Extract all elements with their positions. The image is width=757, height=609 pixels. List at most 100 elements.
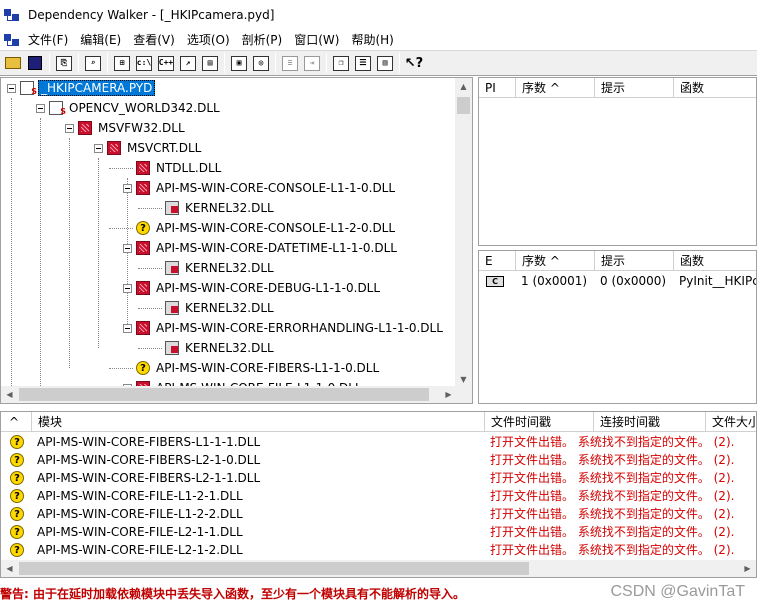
table-row[interactable]: ? API-MS-WIN-CORE-FILE-L1-2-1.DLL 打开文件出错。 … (1, 487, 756, 505)
column-header-hint[interactable]: 提示 (595, 251, 674, 271)
scroll-right-icon[interactable]: ▶ (739, 560, 756, 577)
tree-node[interactable]: MSVCRT.DLL (94, 138, 203, 158)
table-row[interactable]: ? API-MS-WIN-CORE-FILE-L2-1-1.DLL 打开文件出错。 … (1, 523, 756, 541)
menu-bar: 文件(F) 编辑(E) 查看(V) 选项(O) 剖析(P) 窗口(W) 帮助(H… (0, 30, 757, 50)
module-dependency-tree[interactable]: _HKIPCAMERA.PYD OPENCV_WORLD342.DLL MSVFW3… (0, 77, 473, 404)
expand-chart-icon: ↗ (180, 55, 196, 71)
tree-node[interactable]: _HKIPCAMERA.PYD (7, 78, 156, 98)
toolbar-separator (49, 53, 50, 73)
tree-node[interactable]: KERNEL32.DLL (152, 298, 276, 318)
table-row[interactable]: ? API-MS-WIN-CORE-FILE-L2-1-2.DLL 打开文件出错。 … (1, 541, 756, 559)
tile-horizontal-button[interactable]: ☰ (352, 52, 374, 74)
menu-window[interactable]: 窗口(W) (288, 30, 345, 50)
tree-node[interactable]: KERNEL32.DLL (152, 198, 276, 218)
menu-edit[interactable]: 编辑(E) (74, 30, 127, 50)
tree-vertical-scrollbar[interactable]: ▲ ▼ (455, 78, 472, 388)
scroll-thumb[interactable] (19, 562, 529, 575)
menu-help[interactable]: 帮助(H) (345, 30, 399, 50)
module-list-horizontal-scrollbar[interactable]: ◀ ▶ (1, 560, 756, 577)
menu-options[interactable]: 选项(O) (181, 30, 236, 50)
menu-file[interactable]: 文件(F) (22, 30, 74, 50)
module-list[interactable]: ^ 模块 文件时间戳 连接时间戳 文件大小 ? API-MS-WIN-CORE-F… (0, 411, 757, 578)
collapse-icon[interactable] (94, 143, 103, 153)
collapse-icon[interactable] (123, 243, 132, 253)
collapse-icon[interactable] (7, 83, 16, 93)
column-header-pi[interactable]: PI (479, 78, 516, 98)
module-icon (136, 281, 150, 295)
menu-view[interactable]: 查看(V) (127, 30, 181, 50)
properties-button[interactable]: ▤ (199, 52, 221, 74)
copy-button[interactable]: ⎘ (53, 52, 75, 74)
find-icon: ⌕ (85, 55, 101, 71)
column-header-ordinal[interactable]: 序数 ^ (516, 78, 595, 98)
open-folder-icon (5, 57, 21, 69)
tree-horizontal-scrollbar[interactable]: ◀ ▶ (1, 386, 472, 403)
table-row[interactable]: ? API-MS-WIN-CORE-FILE-L1-2-2.DLL 打开文件出错。 … (1, 505, 756, 523)
menu-profile[interactable]: 剖析(P) (236, 30, 289, 50)
column-header-hint[interactable]: 提示 (595, 78, 674, 98)
collapse-icon[interactable] (65, 123, 74, 133)
export-function: PyInit__HKIPcamera (679, 274, 757, 288)
scroll-up-icon[interactable]: ▲ (455, 78, 472, 95)
system-info-button[interactable]: ▣ (228, 52, 250, 74)
tree-node[interactable]: MSVFW32.DLL (65, 118, 187, 138)
scroll-left-icon[interactable]: ◀ (1, 386, 18, 403)
module-name: API-MS-WIN-CORE-FILE-L2-1-1.DLL (37, 525, 243, 539)
scroll-left-icon[interactable]: ◀ (1, 560, 18, 577)
tile-vertical-button[interactable]: ▥ (374, 52, 396, 74)
column-header-file-size[interactable]: 文件大小 (706, 412, 756, 432)
tree-node-label: API-MS-WIN-CORE-CONSOLE-L1-1-0.DLL (156, 181, 396, 195)
dependency-walker-app-icon (4, 7, 20, 23)
scroll-thumb[interactable] (19, 388, 429, 401)
column-header-function[interactable]: 函数 (674, 78, 756, 98)
tree-node[interactable]: API-MS-WIN-CORE-ERRORHANDLING-L1-1-0.DLL (123, 318, 445, 338)
column-header-function[interactable]: 函数 (674, 251, 756, 271)
open-button[interactable] (2, 52, 24, 74)
table-row[interactable]: ? API-MS-WIN-CORE-FIBERS-L2-1-0.DLL 打开文件出错… (1, 451, 756, 469)
tree-node-label: OPENCV_WORLD342.DLL (69, 101, 220, 115)
document-system-menu-icon[interactable] (4, 32, 20, 48)
tree-node-label: API-MS-WIN-CORE-DEBUG-L1-1-0.DLL (156, 281, 381, 295)
collapse-icon[interactable] (123, 183, 132, 193)
tree-node[interactable]: ? API-MS-WIN-CORE-FIBERS-L1-1-0.DLL (123, 358, 381, 378)
column-header-module[interactable]: 模块 (32, 412, 485, 432)
column-header-sort[interactable]: ^ (1, 412, 32, 432)
full-paths-button[interactable]: c:\ (133, 52, 155, 74)
table-row[interactable]: ? API-MS-WIN-CORE-FIBERS-L1-1-1.DLL 打开文件出错… (1, 433, 756, 451)
exports-list[interactable]: E 序数 ^ 提示 函数 C 1 (0x0001) 0 (0x0000) PyI… (478, 250, 757, 404)
tree-node[interactable]: NTDLL.DLL (123, 158, 223, 178)
column-header-ordinal[interactable]: 序数 ^ (516, 251, 595, 271)
table-row[interactable]: ? API-MS-WIN-CORE-FIBERS-L2-1-1.DLL 打开文件出错… (1, 469, 756, 487)
module-icon (136, 181, 150, 195)
collapse-icon[interactable] (123, 283, 132, 293)
collapse-icon[interactable] (36, 103, 45, 113)
auto-expand-button[interactable]: ↗ (177, 52, 199, 74)
column-header-link-timestamp[interactable]: 连接时间戳 (594, 412, 706, 432)
undecorate-cpp-button[interactable]: C++ (155, 52, 177, 74)
help-pointer-icon: ↖? (404, 55, 424, 71)
find-button[interactable]: ⌕ (82, 52, 104, 74)
save-button[interactable] (24, 52, 46, 74)
tree-node[interactable]: API-MS-WIN-CORE-CONSOLE-L1-1-0.DLL (123, 178, 397, 198)
search-view-button[interactable]: ◎ (250, 52, 272, 74)
scroll-thumb[interactable] (457, 97, 470, 114)
column-header-file-timestamp[interactable]: 文件时间戳 (485, 412, 594, 432)
list-disabled-button[interactable]: ≡ (279, 52, 301, 74)
tree-node[interactable]: OPENCV_WORLD342.DLL (36, 98, 222, 118)
tree-node[interactable]: ? API-MS-WIN-CORE-CONSOLE-L1-2-0.DLL (123, 218, 397, 238)
tree-node[interactable]: KERNEL32.DLL (152, 338, 276, 358)
tree-node[interactable]: API-MS-WIN-CORE-DATETIME-L1-1-0.DLL (123, 238, 399, 258)
context-help-button[interactable]: ↖? (403, 52, 425, 74)
toolbar-separator (107, 53, 108, 73)
scroll-right-icon[interactable]: ▶ (440, 386, 457, 403)
collapse-icon[interactable] (123, 323, 132, 333)
module-error: 打开文件出错。 系统找不到指定的文件。 (2). (490, 453, 735, 467)
export-disabled-button[interactable]: ⇥ (301, 52, 323, 74)
tree-node[interactable]: API-MS-WIN-CORE-DEBUG-L1-1-0.DLL (123, 278, 382, 298)
tree-node[interactable]: KERNEL32.DLL (152, 258, 276, 278)
column-header-e[interactable]: E (479, 251, 516, 271)
parent-imports-list[interactable]: PI 序数 ^ 提示 函数 (478, 77, 757, 246)
configure-modules-button[interactable]: ⊞ (111, 52, 133, 74)
tile-vertical-icon: ▥ (377, 55, 393, 71)
cascade-button[interactable]: ❐ (330, 52, 352, 74)
